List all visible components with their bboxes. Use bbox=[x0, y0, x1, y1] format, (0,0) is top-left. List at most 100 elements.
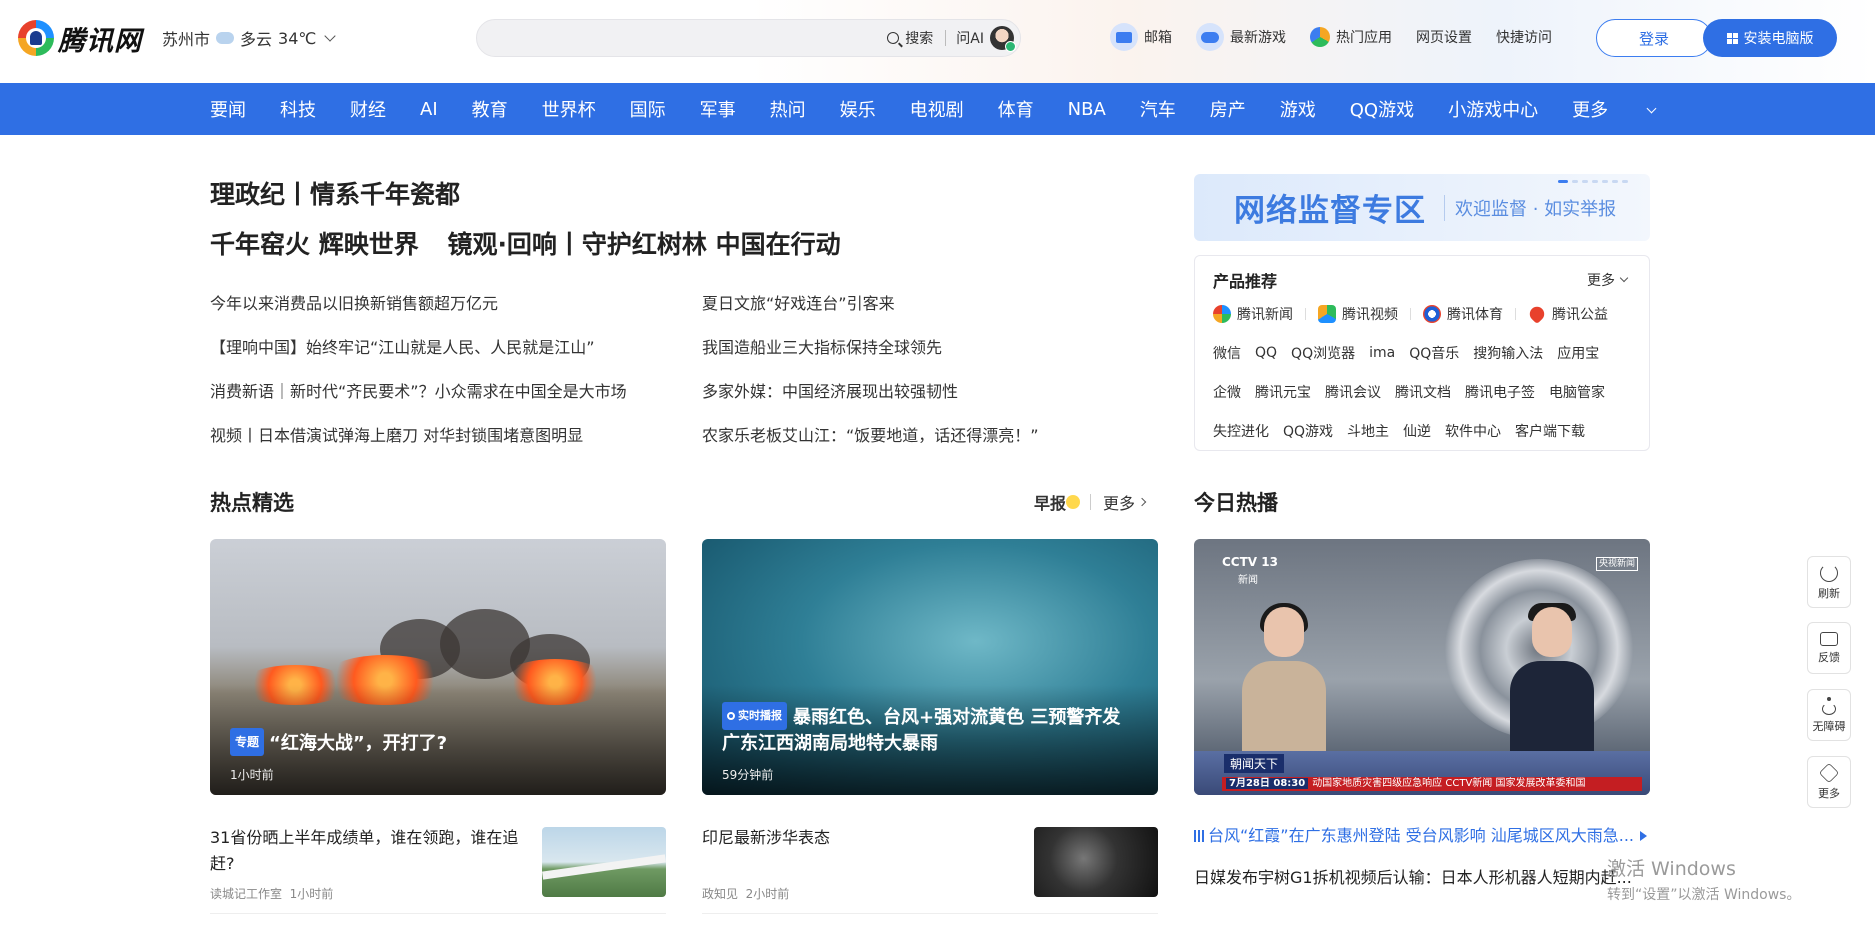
product-link[interactable]: 腾讯电子签 bbox=[1465, 382, 1535, 402]
headline-link[interactable]: 镜观·回响丨守护红树林 中国在行动 bbox=[447, 230, 840, 259]
login-button[interactable]: 登录 bbox=[1596, 19, 1712, 57]
ask-ai-button[interactable]: 问AI bbox=[956, 26, 1020, 52]
search-button[interactable]: 搜索 bbox=[887, 28, 943, 48]
headline-link[interactable]: 千年窑火 辉映世界 bbox=[210, 230, 419, 259]
story-thumbnail[interactable] bbox=[1034, 827, 1158, 897]
page-settings-link[interactable]: 网页设置 bbox=[1416, 22, 1472, 52]
sun-icon bbox=[1066, 495, 1081, 509]
nav-item-yaowen[interactable]: 要闻 bbox=[210, 96, 246, 122]
video-card-news[interactable]: CCTV 13 新闻 央视新闻 朝闻天下 7月28日 08:30 动国家地质灾害四… bbox=[1194, 539, 1650, 795]
quick-access-link[interactable]: 快捷访问 bbox=[1496, 22, 1552, 52]
nav-item-more[interactable]: 更多 bbox=[1572, 96, 1689, 122]
product-link[interactable]: 搜狗输入法 bbox=[1473, 343, 1543, 363]
nav-item-education[interactable]: 教育 bbox=[472, 96, 508, 122]
mail-link[interactable]: 邮箱 bbox=[1110, 22, 1172, 52]
nav-item-games[interactable]: 游戏 bbox=[1280, 96, 1316, 122]
nav-item-house[interactable]: 房产 bbox=[1210, 96, 1246, 122]
nav-item-nba[interactable]: NBA bbox=[1068, 99, 1106, 120]
weather-widget[interactable]: 苏州市 多云 34℃ bbox=[162, 26, 338, 50]
temperature: 34℃ bbox=[278, 28, 317, 48]
nav-item-tv-series[interactable]: 电视剧 bbox=[910, 96, 964, 122]
carousel-dots[interactable] bbox=[1558, 180, 1628, 183]
product-link[interactable]: QQ游戏 bbox=[1283, 421, 1333, 441]
hot-list-text: 台风“红霞”在广东惠州登陆 受台风影响 汕尾城区风大雨急... bbox=[1208, 826, 1635, 845]
product-link[interactable]: 失控进化 bbox=[1213, 421, 1269, 441]
feedback-button[interactable]: 反馈 bbox=[1807, 622, 1851, 674]
top-headline[interactable]: 理政纪丨情系千年瓷都 bbox=[210, 175, 460, 211]
hot-picks-more-link[interactable]: 更多 bbox=[1103, 490, 1135, 514]
product-link[interactable]: 斗地主 bbox=[1347, 421, 1389, 441]
chevron-down-icon bbox=[1619, 273, 1629, 283]
app-tencent-charity[interactable]: 腾讯公益 bbox=[1526, 303, 1608, 325]
nav-item-entertainment[interactable]: 娱乐 bbox=[840, 96, 876, 122]
product-link[interactable]: 仙逆 bbox=[1403, 421, 1431, 441]
news-item[interactable]: 夏日文旅“好戏连台”引客来 bbox=[702, 290, 1194, 314]
product-link[interactable]: 企微 bbox=[1213, 382, 1241, 402]
morning-report-link[interactable]: 早报 bbox=[1034, 490, 1066, 514]
product-link[interactable]: 电脑管家 bbox=[1549, 382, 1605, 402]
nav-item-military[interactable]: 军事 bbox=[700, 96, 736, 122]
tencent-logo[interactable]: 腾讯网 bbox=[18, 18, 142, 58]
product-link[interactable]: ima bbox=[1369, 345, 1395, 361]
news-item[interactable]: 多家外媒：中国经济展现出较强韧性 bbox=[702, 378, 1194, 402]
search-input[interactable] bbox=[477, 20, 888, 56]
accessibility-button[interactable]: 无障碍 bbox=[1807, 689, 1851, 741]
product-link[interactable]: 微信 bbox=[1213, 343, 1241, 363]
apps-link[interactable]: 热门应用 bbox=[1310, 22, 1392, 52]
windows-icon bbox=[1726, 32, 1738, 44]
news-item[interactable]: 今年以来消费品以旧换新销售额超万亿元 bbox=[210, 290, 702, 314]
mail-label: 邮箱 bbox=[1144, 30, 1172, 46]
product-link[interactable]: 客户端下载 bbox=[1515, 421, 1585, 441]
hot-picks-title: 热点精选 bbox=[210, 491, 294, 515]
story-thumbnail[interactable] bbox=[542, 827, 666, 897]
hot-list-item[interactable]: 日媒发布宇树G1拆机视频后认输：日本人形机器人短期内赶... bbox=[1194, 866, 1650, 890]
supervision-banner[interactable]: 网络监督专区 欢迎监督 · 如实举报 bbox=[1194, 174, 1650, 241]
news-item[interactable]: 消费新语｜新时代“齐民要术”？小众需求在中国全是大市场 bbox=[210, 378, 702, 402]
product-link[interactable]: 软件中心 bbox=[1445, 421, 1501, 441]
play-icon bbox=[1640, 831, 1648, 841]
install-desktop-button[interactable]: 安装电脑版 bbox=[1703, 19, 1837, 57]
story-title[interactable]: 31省份晒上半年成绩单，谁在领跑，谁在追赶? bbox=[210, 825, 530, 877]
product-link[interactable]: QQ bbox=[1255, 345, 1277, 361]
product-link[interactable]: 应用宝 bbox=[1557, 343, 1599, 363]
games-link[interactable]: 最新游戏 bbox=[1196, 22, 1286, 52]
product-link[interactable]: 腾讯元宝 bbox=[1255, 382, 1311, 402]
news-item[interactable]: 【理响中国】始终牢记“江山就是人民、人民就是江山” bbox=[210, 334, 702, 358]
nav-item-auto[interactable]: 汽车 bbox=[1140, 96, 1176, 122]
feature-card-red-sea[interactable]: 专题 “红海大战”，开打了? 1小时前 bbox=[210, 539, 666, 795]
topic-tag: 专题 bbox=[230, 728, 265, 756]
nav-item-worldcup[interactable]: 世界杯 bbox=[542, 96, 596, 122]
nav-item-hot-questions[interactable]: 热问 bbox=[770, 96, 806, 122]
nav-item-sports[interactable]: 体育 bbox=[998, 96, 1034, 122]
search-box: 搜索 问AI bbox=[476, 19, 1021, 57]
feature-card-rainstorm[interactable]: 实时播报 暴雨红色、台风+强对流黄色 三预警齐发 广东江西湖南局地特大暴雨 59分… bbox=[702, 539, 1158, 795]
card-title-text: “红海大战”，开打了? bbox=[269, 733, 448, 754]
hot-list-item-live[interactable]: 台风“红霞”在广东惠州登陆 受台风影响 汕尾城区风大雨急... bbox=[1194, 824, 1650, 848]
logo-icon bbox=[18, 20, 54, 56]
news-item[interactable]: 我国造船业三大指标保持全球领先 bbox=[702, 334, 1194, 358]
nav-item-mini-games[interactable]: 小游戏中心 bbox=[1448, 96, 1538, 122]
nav-item-qq-games[interactable]: QQ游戏 bbox=[1350, 96, 1414, 122]
product-link[interactable]: 腾讯文档 bbox=[1395, 382, 1451, 402]
chevron-down-icon bbox=[1646, 103, 1657, 114]
nav-item-tech[interactable]: 科技 bbox=[280, 96, 316, 122]
app-tencent-sports[interactable]: 腾讯体育 bbox=[1423, 304, 1503, 324]
live-icon bbox=[727, 712, 735, 720]
news-item[interactable]: 农家乐老板艾山江：“饭要地道，话还得漂亮！” bbox=[702, 422, 1194, 446]
story-title[interactable]: 印尼最新涉华表态 bbox=[702, 825, 1022, 851]
news-item[interactable]: 视频丨日本借演试弹海上磨刀 对华封锁围堵意图明显 bbox=[210, 422, 702, 446]
story-time: 1小时前 bbox=[289, 887, 334, 901]
nav-item-international[interactable]: 国际 bbox=[630, 96, 666, 122]
app-tencent-news[interactable]: 腾讯新闻 bbox=[1213, 304, 1293, 324]
card-time: 1小时前 bbox=[230, 768, 274, 782]
app-tencent-video[interactable]: 腾讯视频 bbox=[1318, 304, 1398, 324]
quick-access-label: 快捷访问 bbox=[1496, 30, 1552, 46]
product-link[interactable]: QQ音乐 bbox=[1409, 343, 1459, 363]
nav-item-ai[interactable]: AI bbox=[420, 99, 438, 120]
product-link[interactable]: QQ浏览器 bbox=[1291, 343, 1355, 363]
more-tools-button[interactable]: 更多 bbox=[1807, 756, 1851, 808]
product-link[interactable]: 腾讯会议 bbox=[1325, 382, 1381, 402]
products-more-button[interactable]: 更多 bbox=[1587, 270, 1631, 290]
nav-item-finance[interactable]: 财经 bbox=[350, 96, 386, 122]
refresh-button[interactable]: 刷新 bbox=[1807, 556, 1851, 608]
